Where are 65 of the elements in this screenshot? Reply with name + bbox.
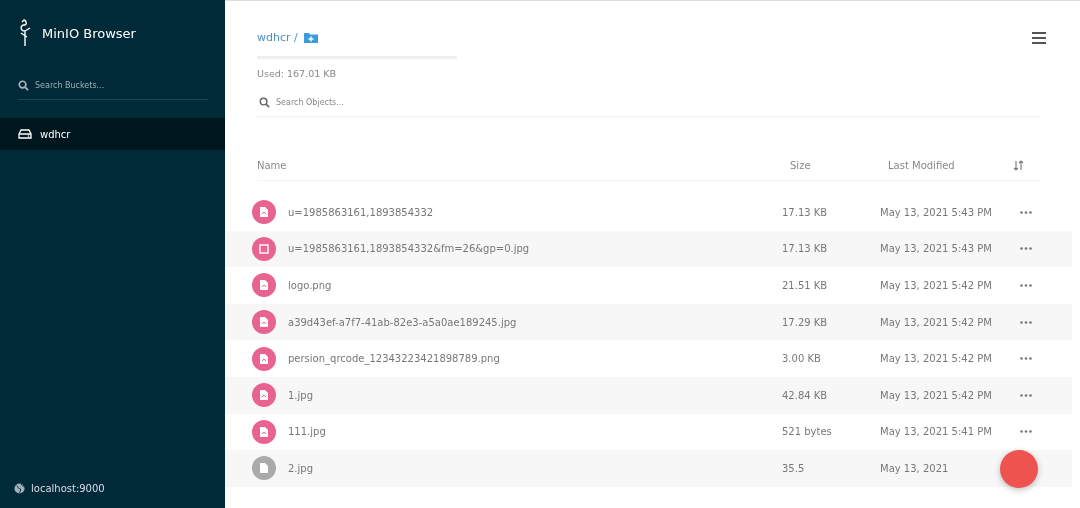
search-icon: [259, 97, 270, 108]
square-file-icon: [252, 236, 276, 261]
file-row[interactable]: u=1985863161,1893854332 17.13 KB May 13, 2021 5:43 PM: [225, 194, 1072, 231]
drive-icon: [18, 129, 32, 139]
file-size: 17.13 KB: [782, 206, 829, 218]
file-size: 17.13 KB: [782, 243, 829, 255]
image-file-icon: [252, 346, 276, 371]
file-size: 3.00 KB: [782, 353, 822, 365]
modified-date: May 13, 2021 5:42 PM: [880, 280, 993, 291]
more-options-icon[interactable]: [1020, 393, 1032, 397]
image-file-icon: [252, 200, 276, 225]
file-row[interactable]: 1.jpg 42.84 KB May 13, 2021 5:42 PM: [225, 376, 1072, 414]
image-file-icon: [252, 310, 276, 335]
more-options-icon[interactable]: [1020, 430, 1032, 434]
add-folder-icon[interactable]: [303, 32, 318, 43]
file-name: 1.jpg: [288, 389, 313, 401]
file-size: 35.5: [782, 462, 806, 474]
file-row[interactable]: logo.png 21.51 KB May 13, 2021 5:42 PM: [225, 267, 1072, 304]
document-icon: [252, 456, 276, 481]
image-file-icon: [252, 273, 276, 298]
file-row[interactable]: 2.jpg 35.5 May 13, 2021: [225, 450, 1072, 487]
more-options-icon[interactable]: [1020, 210, 1032, 214]
globe-icon: [14, 483, 25, 494]
file-row[interactable]: persion_qrcode_12343223421898789.png 3.00 KB May 13, 2021 5:42 PM: [225, 340, 1072, 377]
object-search-field[interactable]: Search Objects...: [276, 98, 1040, 107]
column-header[interactable]: Name: [257, 159, 790, 171]
file-name: logo.png: [288, 280, 332, 291]
file-name: 111.jpg: [288, 426, 326, 438]
file-row[interactable]: 111.jpg 521 bytes May 13, 2021 5:41 PM: [225, 413, 1072, 451]
more-options-icon[interactable]: [1020, 247, 1032, 251]
host-address: localhost:9000: [31, 483, 105, 494]
image-file-icon: [252, 383, 276, 408]
file-row[interactable]: u=1985863161,1893854332&fm=26&gp=0.jpg 17.13 KB May 13, 2021 5:43 PM: [225, 230, 1072, 268]
modified-date: May 13, 2021 5:41 PM: [880, 426, 993, 438]
modified-date: May 13, 2021 5:42 PM: [880, 353, 993, 365]
heron-logo-icon: [18, 19, 32, 47]
more-options-icon[interactable]: [1020, 357, 1032, 361]
file-name: a39d43ef-a7f7-41ab-82e3-a5a0ae189245.jpg: [288, 316, 517, 328]
file-size: 17.29 KB: [782, 316, 829, 328]
file-size: 42.84 KB: [782, 389, 829, 401]
file-row[interactable]: a39d43ef-a7f7-41ab-82e3-a5a0ae189245.jpg 17.29 KB May 13, 2021 5:42 PM: [225, 303, 1072, 341]
more-options-icon[interactable]: [1020, 284, 1032, 287]
usage-label: Used: 167.01 KB: [257, 68, 337, 79]
more-options-icon[interactable]: [1020, 320, 1032, 324]
modified-date: May 13, 2021 5:42 PM: [880, 316, 993, 328]
bucket-search-field[interactable]: Search Buckets...: [35, 81, 208, 90]
bucket-link[interactable]: wdhcr /: [257, 31, 298, 44]
file-size: 21.51 KB: [782, 280, 829, 291]
modified-date: May 13, 2021 5:42 PM: [880, 389, 993, 401]
image-file-icon: [252, 419, 276, 444]
bucket-item[interactable]: wdhcr: [0, 118, 225, 150]
app-title: MinIO Browser: [42, 25, 136, 41]
modified-date: May 13, 2021: [880, 462, 950, 474]
file-name: persion_qrcode_12343223421898789.png: [288, 353, 500, 365]
search-icon: [18, 80, 29, 91]
modified-date: May 13, 2021 5:43 PM: [880, 243, 993, 255]
sort-icon[interactable]: [1013, 159, 1024, 171]
file-name: u=1985863161,1893854332: [288, 206, 434, 218]
file-size: 521 bytes: [782, 426, 833, 438]
column-header[interactable]: Size: [790, 159, 888, 171]
menu-icon[interactable]: [1032, 31, 1046, 44]
file-name: 2.jpg: [288, 462, 313, 474]
column-header[interactable]: Last Modified: [888, 159, 1013, 171]
modified-date: May 13, 2021 5:43 PM: [880, 206, 993, 218]
file-name: u=1985863161,1893854332&fm=26&gp=0.jpg: [288, 243, 530, 255]
